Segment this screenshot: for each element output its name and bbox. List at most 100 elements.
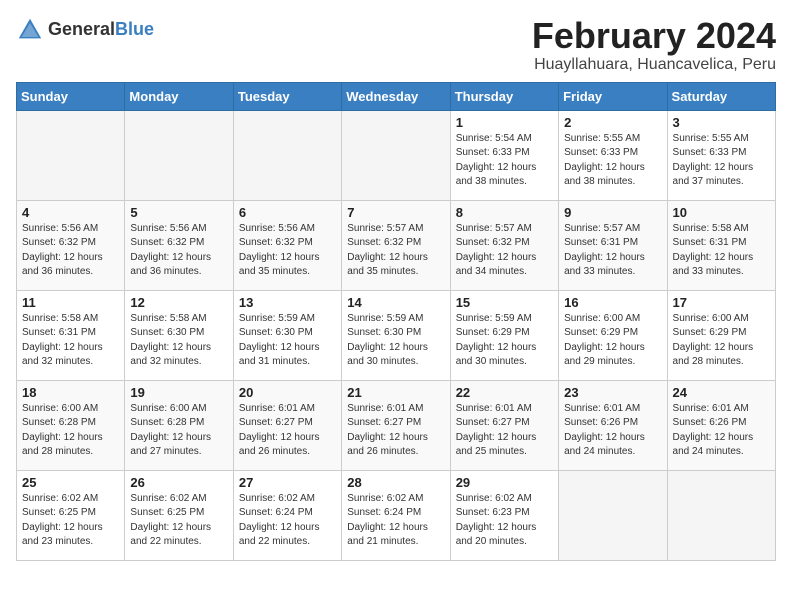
table-row xyxy=(125,110,233,200)
day-number: 2 xyxy=(564,115,661,130)
day-number: 6 xyxy=(239,205,336,220)
day-number: 8 xyxy=(456,205,553,220)
day-info: Sunrise: 5:59 AMSunset: 6:29 PMDaylight:… xyxy=(456,312,553,370)
header-saturday: Saturday xyxy=(667,82,775,110)
calendar-week-row: 25 Sunrise: 6:02 AMSunset: 6:25 PMDayligh… xyxy=(17,470,776,560)
day-info: Sunrise: 5:57 AMSunset: 6:32 PMDaylight:… xyxy=(347,222,444,280)
day-info: Sunrise: 6:00 AMSunset: 6:28 PMDaylight:… xyxy=(22,402,119,460)
day-info: Sunrise: 6:02 AMSunset: 6:24 PMDaylight:… xyxy=(239,492,336,550)
day-info: Sunrise: 6:00 AMSunset: 6:28 PMDaylight:… xyxy=(130,402,227,460)
day-number: 23 xyxy=(564,385,661,400)
table-row xyxy=(667,470,775,560)
table-row: 9Sunrise: 5:57 AMSunset: 6:31 PMDaylight… xyxy=(559,200,667,290)
day-info: Sunrise: 5:54 AMSunset: 6:33 PMDaylight:… xyxy=(456,132,553,190)
table-row: 12 Sunrise: 5:58 AMSunset: 6:30 PMDayligh… xyxy=(125,290,233,380)
day-info: Sunrise: 6:02 AMSunset: 6:23 PMDaylight:… xyxy=(456,492,553,550)
day-number: 29 xyxy=(456,475,553,490)
day-info: Sunrise: 5:58 AMSunset: 6:30 PMDaylight:… xyxy=(130,312,227,370)
day-number: 24 xyxy=(673,385,770,400)
day-info: Sunrise: 6:01 AMSunset: 6:27 PMDaylight:… xyxy=(239,402,336,460)
table-row: 19 Sunrise: 6:00 AMSunset: 6:28 PMDayligh… xyxy=(125,380,233,470)
table-row: 20 Sunrise: 6:01 AMSunset: 6:27 PMDayligh… xyxy=(233,380,341,470)
day-info: Sunrise: 5:57 AMSunset: 6:32 PMDaylight:… xyxy=(456,222,553,280)
table-row: 1 Sunrise: 5:54 AMSunset: 6:33 PMDaylight… xyxy=(450,110,558,200)
day-number: 3 xyxy=(673,115,770,130)
table-row: 21Sunrise: 6:01 AMSunset: 6:27 PMDayligh… xyxy=(342,380,450,470)
header-sunday: Sunday xyxy=(17,82,125,110)
table-row: 27 Sunrise: 6:02 AMSunset: 6:24 PMDayligh… xyxy=(233,470,341,560)
table-row: 16 Sunrise: 6:00 AMSunset: 6:29 PMDayligh… xyxy=(559,290,667,380)
table-row: 8 Sunrise: 5:57 AMSunset: 6:32 PMDaylight… xyxy=(450,200,558,290)
day-number: 4 xyxy=(22,205,119,220)
calendar-week-row: 1 Sunrise: 5:54 AMSunset: 6:33 PMDaylight… xyxy=(17,110,776,200)
day-number: 27 xyxy=(239,475,336,490)
header-monday: Monday xyxy=(125,82,233,110)
page-header: GeneralBlue February 2024 Huayllahuara, … xyxy=(16,16,776,74)
table-row: 25 Sunrise: 6:02 AMSunset: 6:25 PMDayligh… xyxy=(17,470,125,560)
header-wednesday: Wednesday xyxy=(342,82,450,110)
table-row: 26 Sunrise: 6:02 AMSunset: 6:25 PMDayligh… xyxy=(125,470,233,560)
table-row: 7 Sunrise: 5:57 AMSunset: 6:32 PMDaylight… xyxy=(342,200,450,290)
table-row xyxy=(233,110,341,200)
day-number: 26 xyxy=(130,475,227,490)
day-info: Sunrise: 6:00 AMSunset: 6:29 PMDaylight:… xyxy=(673,312,770,370)
table-row xyxy=(559,470,667,560)
table-row: 4 Sunrise: 5:56 AMSunset: 6:32 PMDaylight… xyxy=(17,200,125,290)
day-info: Sunrise: 6:02 AMSunset: 6:24 PMDaylight:… xyxy=(347,492,444,550)
table-row: 22 Sunrise: 6:01 AMSunset: 6:27 PMDayligh… xyxy=(450,380,558,470)
day-number: 15 xyxy=(456,295,553,310)
day-info: Sunrise: 6:00 AMSunset: 6:29 PMDaylight:… xyxy=(564,312,661,370)
table-row xyxy=(342,110,450,200)
table-row: 15 Sunrise: 5:59 AMSunset: 6:29 PMDayligh… xyxy=(450,290,558,380)
day-number: 1 xyxy=(456,115,553,130)
header-friday: Friday xyxy=(559,82,667,110)
table-row: 29 Sunrise: 6:02 AMSunset: 6:23 PMDayligh… xyxy=(450,470,558,560)
day-info: Sunrise: 6:01 AMSunset: 6:26 PMDaylight:… xyxy=(673,402,770,460)
day-number: 14 xyxy=(347,295,444,310)
day-number: 11 xyxy=(22,295,119,310)
day-number: 19 xyxy=(130,385,227,400)
table-row: 3Sunrise: 5:55 AMSunset: 6:33 PMDaylight… xyxy=(667,110,775,200)
day-info: Sunrise: 5:55 AMSunset: 6:33 PMDaylight:… xyxy=(564,132,661,190)
calendar-week-row: 4 Sunrise: 5:56 AMSunset: 6:32 PMDaylight… xyxy=(17,200,776,290)
day-number: 16 xyxy=(564,295,661,310)
day-number: 20 xyxy=(239,385,336,400)
day-number: 18 xyxy=(22,385,119,400)
header-tuesday: Tuesday xyxy=(233,82,341,110)
logo-icon xyxy=(16,16,44,44)
day-info: Sunrise: 5:58 AMSunset: 6:31 PMDaylight:… xyxy=(22,312,119,370)
day-number: 22 xyxy=(456,385,553,400)
month-title: February 2024 xyxy=(532,16,776,56)
day-number: 13 xyxy=(239,295,336,310)
weekday-header-row: Sunday Monday Tuesday Wednesday Thursday… xyxy=(17,82,776,110)
table-row: 17 Sunrise: 6:00 AMSunset: 6:29 PMDayligh… xyxy=(667,290,775,380)
table-row: 2 Sunrise: 5:55 AMSunset: 6:33 PMDaylight… xyxy=(559,110,667,200)
table-row: 6 Sunrise: 5:56 AMSunset: 6:32 PMDaylight… xyxy=(233,200,341,290)
day-info: Sunrise: 6:01 AMSunset: 6:27 PMDaylight:… xyxy=(456,402,553,460)
day-info: Sunrise: 5:56 AMSunset: 6:32 PMDaylight:… xyxy=(130,222,227,280)
table-row: 23Sunrise: 6:01 AMSunset: 6:26 PMDayligh… xyxy=(559,380,667,470)
day-info: Sunrise: 5:56 AMSunset: 6:32 PMDaylight:… xyxy=(22,222,119,280)
table-row: 18 Sunrise: 6:00 AMSunset: 6:28 PMDayligh… xyxy=(17,380,125,470)
table-row: 5Sunrise: 5:56 AMSunset: 6:32 PMDaylight… xyxy=(125,200,233,290)
table-row: 24 Sunrise: 6:01 AMSunset: 6:26 PMDayligh… xyxy=(667,380,775,470)
day-number: 10 xyxy=(673,205,770,220)
day-info: Sunrise: 5:59 AMSunset: 6:30 PMDaylight:… xyxy=(347,312,444,370)
header-thursday: Thursday xyxy=(450,82,558,110)
day-info: Sunrise: 6:01 AMSunset: 6:27 PMDaylight:… xyxy=(347,402,444,460)
table-row: 28Sunrise: 6:02 AMSunset: 6:24 PMDayligh… xyxy=(342,470,450,560)
day-info: Sunrise: 5:56 AMSunset: 6:32 PMDaylight:… xyxy=(239,222,336,280)
day-info: Sunrise: 6:02 AMSunset: 6:25 PMDaylight:… xyxy=(22,492,119,550)
day-info: Sunrise: 6:02 AMSunset: 6:25 PMDaylight:… xyxy=(130,492,227,550)
calendar-week-row: 11 Sunrise: 5:58 AMSunset: 6:31 PMDayligh… xyxy=(17,290,776,380)
table-row: 10 Sunrise: 5:58 AMSunset: 6:31 PMDayligh… xyxy=(667,200,775,290)
day-info: Sunrise: 5:58 AMSunset: 6:31 PMDaylight:… xyxy=(673,222,770,280)
day-number: 12 xyxy=(130,295,227,310)
day-number: 7 xyxy=(347,205,444,220)
day-info: Sunrise: 5:57 AMSunset: 6:31 PMDaylight:… xyxy=(564,222,661,280)
calendar-table: Sunday Monday Tuesday Wednesday Thursday… xyxy=(16,82,776,561)
table-row: 11 Sunrise: 5:58 AMSunset: 6:31 PMDayligh… xyxy=(17,290,125,380)
day-number: 25 xyxy=(22,475,119,490)
day-number: 17 xyxy=(673,295,770,310)
table-row: 13Sunrise: 5:59 AMSunset: 6:30 PMDayligh… xyxy=(233,290,341,380)
